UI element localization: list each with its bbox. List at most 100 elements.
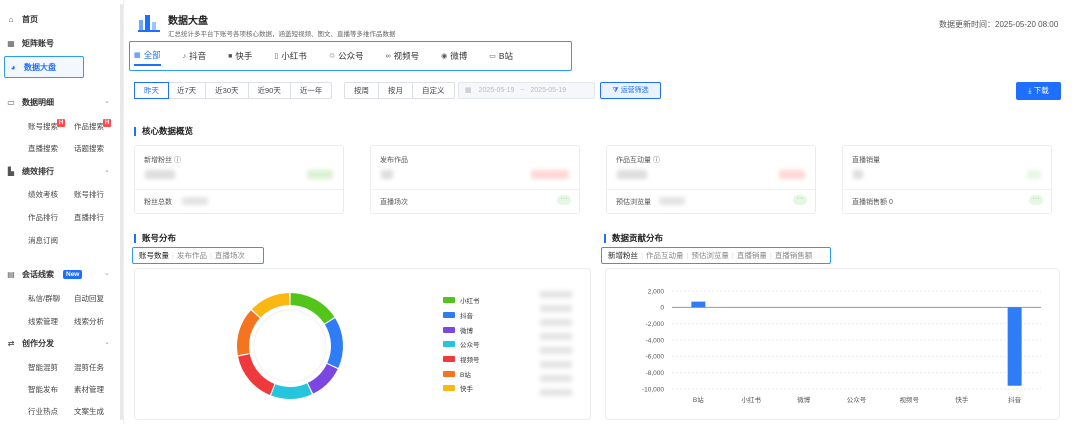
tab-live-sessions[interactable]: 直播场次: [212, 250, 248, 261]
sidebar-item-mix-task[interactable]: 混剪任务: [74, 362, 104, 373]
tab-views[interactable]: 预估浏览量: [688, 250, 732, 261]
tab-live-sales[interactable]: 直播销量: [734, 250, 770, 261]
sidebar-item-account-search[interactable]: 账号搜索H: [28, 119, 65, 132]
sidebar-item-work-search[interactable]: 作品搜索H: [74, 119, 111, 132]
legend-item[interactable]: 公众号: [443, 337, 480, 352]
tab-all[interactable]: ▦ 全部: [134, 46, 161, 66]
sidebar-item-lead-manage[interactable]: 线索管理: [28, 316, 58, 327]
sidebar-item-trending[interactable]: 行业热点: [28, 406, 58, 417]
y-tick-label: 2,000: [648, 288, 665, 295]
sidebar-scrollbar[interactable]: [120, 4, 123, 420]
period-month[interactable]: 按月: [379, 83, 413, 98]
chart-pie-icon: ◕: [10, 62, 16, 72]
bar-chart-icon: ▙: [7, 166, 15, 176]
tab-bilibili[interactable]: ▭ B站: [489, 46, 513, 66]
y-tick-label: -2,000: [646, 321, 665, 328]
range-30d[interactable]: 近30天: [206, 83, 249, 98]
app: ⌂ 首页 ▦ 矩阵账号 ◕ 数据大盘 ▭ 数据明细 ⌄ 账号搜索H 作品搜索H 直播搜索…: [0, 0, 1080, 424]
contrib-dist-tabs: 新增粉丝 | 作品互动量 | 预估浏览量 | 直播销量 | 直播销售额: [601, 247, 831, 264]
sidebar-group-creation[interactable]: ⇄ 创作分发: [6, 334, 54, 352]
chevron-down-icon[interactable]: ⌄: [104, 338, 110, 346]
chevron-down-icon[interactable]: ⌄: [104, 97, 110, 105]
sidebar-item-copywriting[interactable]: 文案生成: [74, 406, 104, 417]
sidebar-item-live-rank[interactable]: 直播排行: [74, 212, 104, 223]
legend-swatch: [443, 312, 455, 319]
donut-slice-6[interactable]: [251, 293, 290, 318]
tab-interaction[interactable]: 作品互动量: [643, 250, 687, 261]
sidebar-item-work-rank[interactable]: 作品排行: [28, 212, 58, 223]
dashboard-logo-icon: [138, 15, 160, 32]
sidebar-item-live-search[interactable]: 直播搜索: [28, 143, 58, 154]
tab-channels[interactable]: ∞ 视频号: [386, 46, 420, 66]
legend-item[interactable]: 抖音: [443, 308, 480, 323]
range-90d[interactable]: 近90天: [249, 83, 291, 98]
sidebar-item-lead-analysis[interactable]: 线索分析: [74, 316, 104, 327]
donut-slice-0[interactable]: [290, 293, 335, 324]
sidebar-item-material[interactable]: 素材管理: [74, 384, 104, 395]
sidebar-item-smart-mix[interactable]: 智能混剪: [28, 362, 58, 373]
download-button[interactable]: ⤓ 下载: [1016, 82, 1061, 100]
legend-label: 快手: [460, 386, 473, 394]
tab-xiaohongshu[interactable]: ▯ 小红书: [274, 46, 306, 66]
sidebar-group-data-detail[interactable]: ▭ 数据明细: [6, 93, 54, 111]
sidebar-item-auto-reply[interactable]: 自动回复: [74, 293, 104, 304]
sidebar-item-dashboard[interactable]: ◕ 数据大盘: [4, 56, 84, 78]
y-tick-label: -6,000: [646, 354, 665, 361]
sidebar-item-dm[interactable]: 私信/群聊: [28, 293, 60, 304]
tab-weibo[interactable]: ◉ 微博: [441, 46, 467, 66]
live-sales-amount: 0: [888, 199, 893, 206]
legend-swatch: [443, 385, 455, 392]
blurred-value: [145, 170, 175, 179]
sidebar-group-leads[interactable]: ▤ 会话线索 New: [6, 265, 83, 283]
grid-icon: ▦: [134, 52, 141, 59]
chevron-down-icon[interactable]: ⌄: [104, 269, 110, 277]
operation-filter-button[interactable]: ⧩ 运营筛选: [600, 82, 661, 99]
tab-new-fans[interactable]: 新增粉丝: [605, 250, 641, 261]
sidebar-item-matrix[interactable]: ▦ 矩阵账号: [6, 34, 54, 52]
more-icon[interactable]: ···: [557, 195, 571, 205]
legend-item[interactable]: B站: [443, 366, 480, 381]
legend-item[interactable]: 微博: [443, 322, 480, 337]
page-subtitle: 汇总统计多平台下账号各项核心数据，涵盖短视频、图文、直播等多维作品数据: [168, 31, 396, 38]
bar-0[interactable]: [691, 301, 706, 308]
calendar-icon: ▦: [465, 87, 472, 94]
hot-badge: H: [103, 119, 111, 127]
tab-wechat-official[interactable]: ♲ 公众号: [329, 46, 364, 66]
range-yesterday[interactable]: 昨天: [134, 82, 169, 99]
x-tick-label: B站: [693, 395, 704, 404]
tab-kuaishou[interactable]: ■ 快手: [228, 46, 252, 66]
sidebar-item-message-sub[interactable]: 消息订阅: [28, 235, 58, 246]
sidebar-item-kpi[interactable]: 绩效考核: [28, 189, 58, 200]
tab-published[interactable]: 发布作品: [174, 250, 210, 261]
sidebar-item-smart-publish[interactable]: 智能发布: [28, 384, 58, 395]
period-week[interactable]: 按周: [345, 83, 379, 98]
tab-live-revenue[interactable]: 直播销售额: [772, 250, 816, 261]
main-content: 数据大盘 汇总统计多平台下账号各项核心数据，涵盖短视频、图文、直播等多维作品数据…: [124, 0, 1080, 424]
tab-account-count[interactable]: 账号数量: [136, 250, 172, 261]
bar-6[interactable]: [1007, 307, 1022, 386]
range-1y[interactable]: 近一年: [291, 83, 332, 98]
legend-item[interactable]: 快手: [443, 381, 480, 396]
sidebar-item-account-rank[interactable]: 账号排行: [74, 189, 104, 200]
sidebar-item-topic-search[interactable]: 话题搜索: [74, 143, 104, 154]
donut-slice-3[interactable]: [271, 383, 312, 399]
grid-icon: ▦: [7, 38, 15, 48]
share-icon: ⇄: [7, 338, 15, 348]
period-custom[interactable]: 自定义: [413, 83, 454, 98]
more-icon[interactable]: ···: [793, 195, 807, 205]
donut-slice-2[interactable]: [307, 363, 338, 394]
download-icon: ⤓: [1028, 86, 1032, 95]
range-7d[interactable]: 近7天: [168, 83, 207, 98]
donut-chart: [237, 293, 343, 399]
legend-item[interactable]: 小红书: [443, 293, 480, 308]
filter-icon: ⧩: [612, 87, 619, 94]
legend-item[interactable]: 视频号: [443, 352, 480, 367]
chevron-down-icon[interactable]: ⌄: [104, 166, 110, 174]
blurred-trend: [307, 170, 333, 179]
sidebar-group-performance[interactable]: ▙ 绩效排行: [6, 162, 54, 180]
sidebar-item-home[interactable]: ⌂ 首页: [6, 10, 38, 28]
tab-douyin[interactable]: ♪ 抖音: [183, 46, 207, 66]
date-range-picker[interactable]: ▦ 2025-05-19 ~ 2025-05-19: [458, 82, 595, 99]
more-icon[interactable]: ···: [1029, 195, 1043, 205]
donut-slice-1[interactable]: [324, 318, 343, 368]
